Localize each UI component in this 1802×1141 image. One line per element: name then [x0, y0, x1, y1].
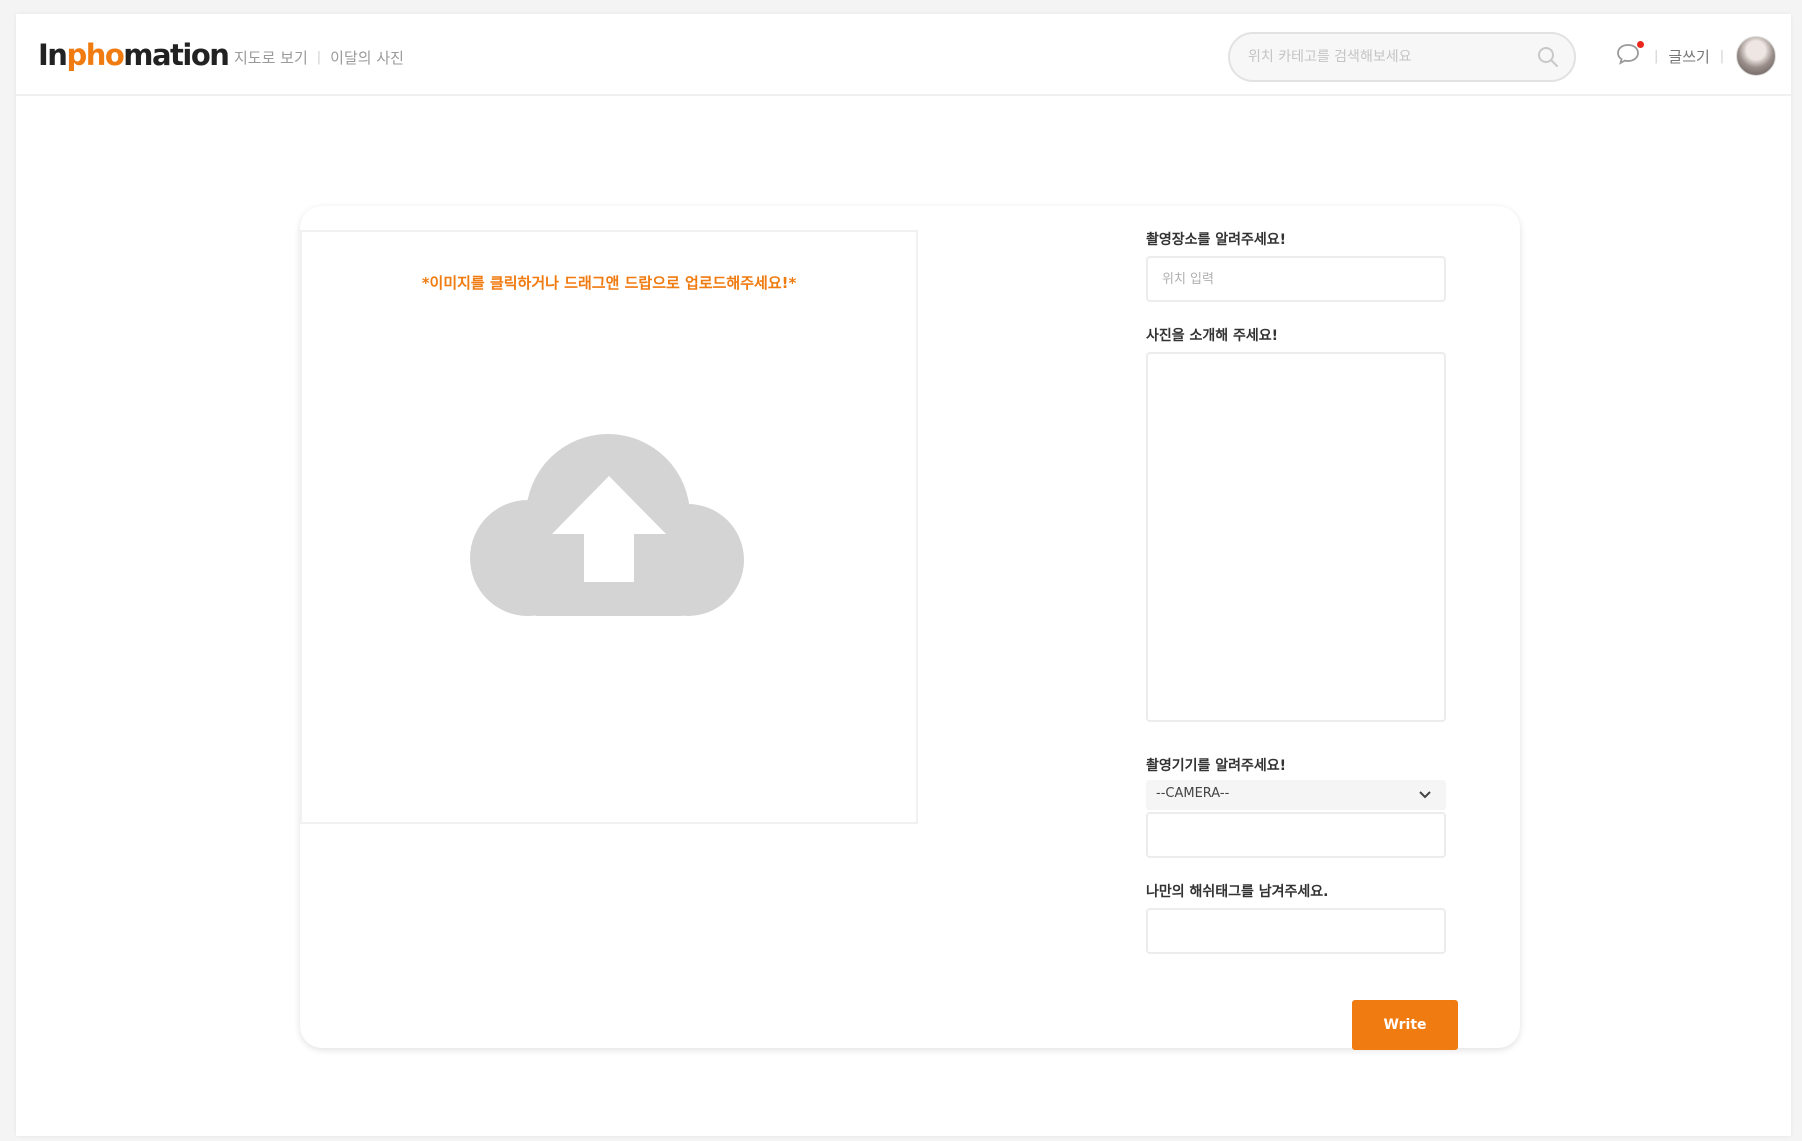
search-input[interactable] [1248, 34, 1518, 80]
top-header: Inphomation 지도로 보기 | 이달의 사진 | 글쓰기 | [16, 14, 1791, 96]
nav-map-view[interactable]: 지도로 보기 [234, 48, 308, 68]
search-icon[interactable] [1536, 45, 1560, 69]
device-select[interactable]: --CAMERA-- [1146, 780, 1446, 810]
logo-suffix: mation [123, 38, 230, 72]
hashtag-label: 나만의 해쉬태그를 남겨주세요. [1146, 884, 1329, 900]
nav-separator: | [316, 50, 322, 65]
write-button[interactable]: Write [1352, 1000, 1458, 1050]
main-nav: 지도로 보기 | 이달의 사진 [234, 48, 404, 68]
device-input[interactable] [1146, 812, 1446, 858]
search-box [1228, 32, 1576, 82]
write-link[interactable]: 글쓰기 [1668, 46, 1709, 67]
post-form-card: *이미지를 클릭하거나 드래그앤 드랍으로 업로드해주세요!* 촬영장소를 알려… [300, 206, 1520, 1050]
chat-icon[interactable] [1616, 41, 1644, 69]
location-input[interactable] [1146, 256, 1446, 302]
nav-monthly-photo[interactable]: 이달의 사진 [330, 48, 404, 68]
description-textarea[interactable] [1146, 352, 1446, 722]
logo-prefix: In [38, 38, 68, 72]
cloud-upload-icon [470, 434, 744, 616]
image-upload-dropzone[interactable]: *이미지를 클릭하거나 드래그앤 드랍으로 업로드해주세요!* [300, 230, 918, 824]
description-label: 사진을 소개해 주세요! [1146, 328, 1279, 344]
post-form: 촬영장소를 알려주세요! 사진을 소개해 주세요! 촬영기기를 알려주세요! -… [1146, 230, 1446, 954]
logo[interactable]: Inphomation [38, 38, 230, 72]
chevron-down-icon [1419, 791, 1431, 799]
chat-bubble-icon [1617, 44, 1639, 65]
app-window: Inphomation 지도로 보기 | 이달의 사진 | 글쓰기 | [16, 14, 1791, 1136]
header-separator: | [1654, 48, 1659, 64]
notification-dot [1637, 41, 1644, 48]
device-select-value: --CAMERA-- [1156, 786, 1230, 801]
upload-hint: *이미지를 클릭하거나 드래그앤 드랍으로 업로드해주세요!* [421, 274, 797, 292]
device-label: 촬영기기를 알려주세요! [1146, 758, 1287, 774]
location-label: 촬영장소를 알려주세요! [1146, 232, 1287, 248]
avatar[interactable] [1736, 36, 1777, 76]
hashtag-input[interactable] [1146, 908, 1446, 954]
header-separator: | [1719, 48, 1725, 64]
logo-accent: pho [66, 38, 124, 72]
header-actions: | 글쓰기 | [1616, 36, 1777, 76]
